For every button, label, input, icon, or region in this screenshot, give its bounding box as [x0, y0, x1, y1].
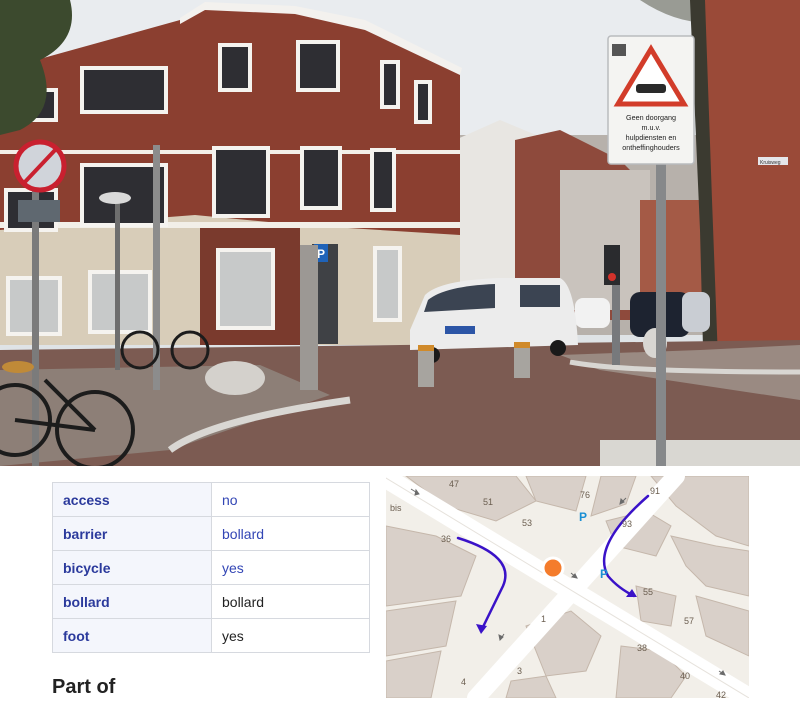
street-photo: P Kruisweg Geen doorgang m.u.v. hulpdien…: [0, 0, 800, 466]
house-number: 91: [650, 486, 660, 496]
house-number: 36: [441, 534, 451, 544]
tag-value[interactable]: no: [211, 482, 370, 517]
access-restriction-sign: Geen doorgang m.u.v. hulpdiensten en ont…: [607, 35, 695, 165]
house-number: 55: [643, 587, 653, 597]
house-number: 40: [680, 671, 690, 681]
house-number: 76: [580, 490, 590, 500]
house-number: 51: [483, 497, 493, 507]
right-brick-wall: [705, 0, 800, 345]
house-number: 4: [461, 677, 466, 687]
sign-line-1: Geen doorgang: [626, 113, 676, 122]
house-number: 1: [541, 614, 546, 624]
house-number: 57: [684, 616, 694, 626]
house-number: bis: [390, 503, 402, 513]
location-map[interactable]: P P 47 51 76 91 53 93 bis 36 55 57 1 38 …: [386, 476, 749, 698]
tag-key[interactable]: foot: [52, 618, 212, 653]
tag-table: access no barrier bollard bicycle yes bo…: [52, 482, 370, 653]
sign-line-2: m.u.v.: [641, 123, 660, 132]
sign-line-4: ontheffinghouders: [622, 143, 680, 152]
table-row: foot yes: [52, 618, 370, 653]
tag-key[interactable]: bicycle: [52, 550, 212, 585]
tag-key[interactable]: bollard: [52, 584, 212, 619]
map-parking-icon: P: [579, 510, 587, 524]
part-of-heading: Part of: [52, 676, 116, 698]
tag-value[interactable]: yes: [211, 550, 370, 585]
house-number: 38: [637, 643, 647, 653]
map-parking-icon: P: [600, 567, 608, 581]
building-parking-label: P: [317, 247, 325, 261]
house-number: 53: [522, 518, 532, 528]
house-number: 47: [449, 479, 459, 489]
table-row: bollard bollard: [52, 584, 370, 619]
house-number: 93: [622, 519, 632, 529]
tag-key[interactable]: barrier: [52, 516, 212, 551]
tag-key[interactable]: access: [52, 482, 212, 517]
location-marker: [541, 556, 565, 580]
table-row: barrier bollard: [52, 516, 370, 551]
tag-value: bollard: [211, 584, 370, 619]
house-number: 42: [716, 690, 726, 698]
house-number: 3: [517, 666, 522, 676]
street-name-sign: Kruisweg: [760, 160, 781, 166]
tag-value[interactable]: bollard: [211, 516, 370, 551]
table-row: access no: [52, 482, 370, 517]
sign-line-3: hulpdiensten en: [626, 133, 677, 142]
table-row: bicycle yes: [52, 550, 370, 585]
tag-value: yes: [211, 618, 370, 653]
